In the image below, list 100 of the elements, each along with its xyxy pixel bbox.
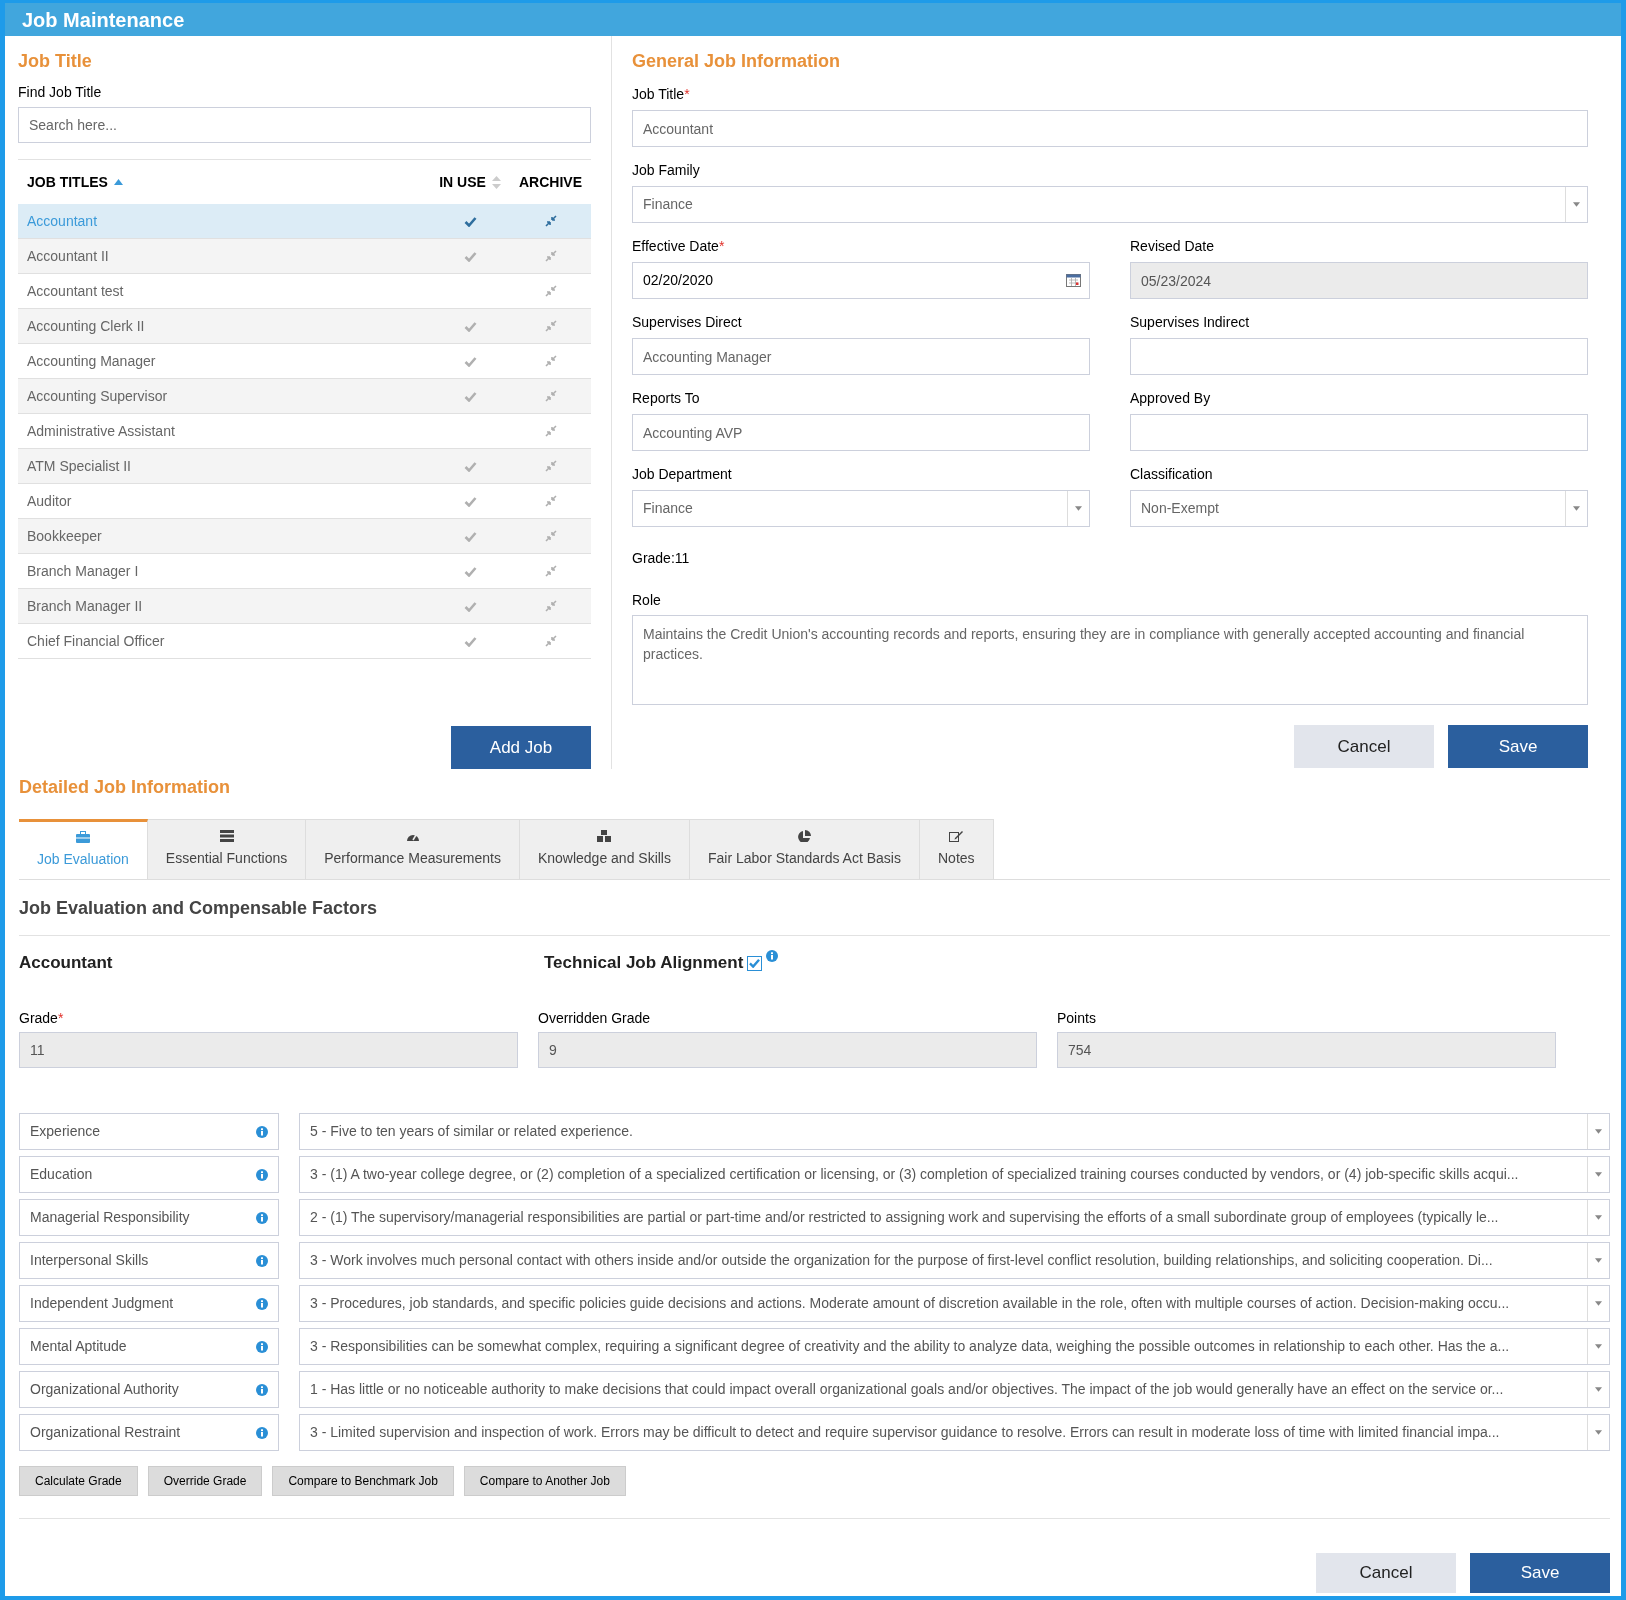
job-title-text: Accounting Manager [27, 352, 156, 369]
action-button[interactable]: Compare to Benchmark Job [272, 1466, 454, 1496]
info-icon [256, 1168, 268, 1181]
window-title: Job Maintenance [22, 7, 185, 33]
caret-icon [1573, 506, 1580, 511]
input-field[interactable]: 9 [538, 1032, 1037, 1068]
field-label: Job Department [632, 465, 733, 484]
factor-label: Mental Aptitude [30, 1337, 128, 1356]
compress-arrows-icon [544, 495, 557, 507]
action-button[interactable]: Compare to Another Job [463, 1466, 626, 1496]
caret-icon [1595, 1387, 1602, 1392]
save-button[interactable]: Save [1448, 725, 1588, 768]
column-header[interactable]: JOB TITLES [27, 171, 108, 193]
field-label: Approved By [1130, 389, 1212, 408]
action-button[interactable]: Override Grade [147, 1466, 263, 1496]
section-heading: Job Title [18, 50, 93, 72]
compress-arrows-icon [544, 635, 557, 647]
section-heading: General Job Information [632, 50, 842, 72]
field-label: Effective Date* [632, 237, 726, 256]
table-row[interactable]: ATM Specialist II [18, 449, 591, 484]
tab[interactable]: Knowledge and Skills [519, 819, 690, 879]
input-field[interactable] [1130, 338, 1588, 375]
info-icon [256, 1254, 268, 1267]
dropdown[interactable]: 5 - Five to ten years of similar or related experience. [299, 1113, 1610, 1150]
caret-icon [1595, 1301, 1602, 1306]
dropdown[interactable]: Non-Exempt [1130, 490, 1588, 527]
cubes-icon [597, 830, 612, 842]
compress-arrows-icon [544, 285, 557, 297]
field-label: Reports To [632, 389, 701, 408]
dropdown[interactable]: 3 - Limited supervision and inspection of work. Errors may be difficult to detect and require supervisor guidance to resolve. Errors can result in moderate loss of time with limited financial impa... [299, 1414, 1610, 1451]
table-row[interactable]: Branch Manager II [18, 589, 591, 624]
caret-icon [1595, 1129, 1602, 1134]
factor-label: Organizational Restraint [30, 1423, 182, 1442]
input-field[interactable]: 754 [1057, 1032, 1556, 1068]
compress-arrows-icon [544, 425, 557, 437]
checkbox[interactable] [747, 955, 763, 971]
input-field[interactable]: 11 [19, 1032, 518, 1068]
job-title-text: Chief Financial Officer [27, 632, 165, 649]
table-row[interactable]: Bookkeeper [18, 519, 591, 554]
table-row[interactable]: Accountant II [18, 239, 591, 274]
caret-icon [1573, 202, 1580, 207]
cancel-button[interactable]: Cancel [1316, 1553, 1456, 1593]
caret-icon [1595, 1344, 1602, 1349]
column-header[interactable]: IN USE [439, 171, 486, 193]
input-field[interactable]: Accounting Manager [632, 338, 1090, 375]
field-label: Grade* [19, 1009, 65, 1028]
column-header[interactable]: ARCHIVE [519, 171, 582, 193]
job-title-text: Auditor [27, 492, 72, 509]
caret-icon [1595, 1172, 1602, 1177]
compress-arrows-icon [544, 390, 557, 402]
compress-arrows-icon [544, 215, 557, 227]
save-button[interactable]: Save [1470, 1553, 1610, 1593]
info-icon [256, 1211, 268, 1224]
field-label: Role [632, 591, 662, 610]
field-label: Points [1057, 1009, 1097, 1028]
factor-label: Experience [30, 1122, 102, 1141]
table-row[interactable]: Accounting Clerk II [18, 309, 591, 344]
factor-label: Independent Judgment [30, 1294, 175, 1313]
info-icon [256, 1340, 268, 1353]
tab[interactable]: Performance Measurements [306, 819, 520, 879]
caret-icon [1595, 1215, 1602, 1220]
input-field[interactable] [1130, 414, 1588, 451]
action-button[interactable]: Calculate Grade [19, 1466, 138, 1496]
checkbox-label: Technical Job Alignment [544, 952, 744, 975]
search-field[interactable]: Search here... [18, 107, 591, 143]
job-title-text: Accountant test [27, 282, 124, 299]
dropdown[interactable]: 3 - Responsibilities can be somewhat complex, requiring a significant degree of creativity and the ability to analyze data, weighing the possible outcomes in relationship to each other. Has the a... [299, 1328, 1610, 1365]
input-field[interactable]: 05/23/2024 [1130, 262, 1588, 299]
factor-label: Managerial Responsibility [30, 1208, 191, 1227]
info-icon [256, 1426, 268, 1439]
add-job-button[interactable]: Add Job [451, 726, 591, 769]
input-field[interactable]: Accounting AVP [632, 414, 1090, 451]
compress-arrows-icon [544, 355, 557, 367]
job-title-text: Branch Manager I [27, 562, 139, 579]
caret-icon [1075, 506, 1082, 511]
dropdown[interactable]: 1 - Has little or no noticeable authority to make decisions that could impact overall organizational goals and/or objectives. The impact of the job would generally have an effect on the service or... [299, 1371, 1610, 1408]
cancel-button[interactable]: Cancel [1294, 725, 1434, 768]
dropdown[interactable]: 3 - Work involves much personal contact with others inside and/or outside the organization for the purpose of first-level conflict resolution, building relationships, and soliciting cooperation. Di... [299, 1242, 1610, 1279]
pie-chart-icon [797, 830, 812, 842]
edit-icon [949, 830, 964, 842]
compress-arrows-icon [544, 320, 557, 332]
field-label: Job Family [632, 161, 701, 180]
field-label: Job Title* [632, 85, 691, 104]
caret-icon [1595, 1430, 1602, 1435]
info-icon [766, 950, 779, 963]
dropdown[interactable]: 2 - (1) The supervisory/managerial responsibilities are partial or part-time and/or restricted to assigning work and supervising the efforts of a small subordinate group of employees (typically le... [299, 1199, 1610, 1236]
dropdown[interactable]: 3 - (1) A two-year college degree, or (2) completion of a specialized certification or licensing, or (3) completion of specialized training courses conducted by vendors, or (4) job-specific skills acqui... [299, 1156, 1610, 1193]
grade-text: Grade:11 [632, 549, 691, 568]
dropdown[interactable]: 3 - Procedures, job standards, and specific policies guide decisions and actions. Moderate amount of discretion available in the role, often with multiple courses of action. Decision-making occu... [299, 1285, 1610, 1322]
dropdown[interactable]: Finance [632, 490, 1090, 527]
briefcase-icon [75, 831, 90, 843]
role-text-area[interactable]: Maintains the Credit Union's accounting records and reports, ensuring they are in compliance with generally accepted accounting and financial practices. [632, 615, 1588, 705]
date-field[interactable]: 02/20/2020 [632, 262, 1090, 299]
tab[interactable]: Essential Functions [147, 819, 307, 879]
dropdown[interactable]: Finance [632, 186, 1588, 223]
tab[interactable]: Fair Labor Standards Act Basis [690, 819, 920, 879]
tab[interactable]: Notes [920, 819, 994, 879]
table-row[interactable]: Accounting Supervisor [18, 379, 591, 414]
input-field[interactable]: Accountant [632, 110, 1588, 147]
info-icon [256, 1125, 268, 1138]
